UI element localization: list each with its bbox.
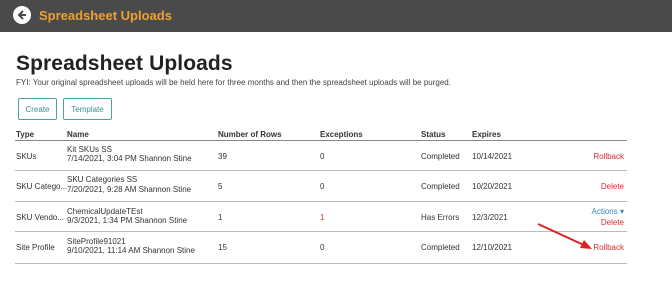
delete-link[interactable]: Delete [601,182,624,192]
rollback-link[interactable]: Rollback [593,152,624,162]
row-type: Site Profile [16,243,55,252]
row-type: SKU Catego... [16,182,68,191]
row-divider [15,170,627,171]
row-count: 1 [218,213,223,222]
row-exceptions[interactable]: 1 [320,213,324,223]
column-header-name: Name [67,130,89,139]
row-meta: 9/3/2021, 1:34 PM Shannon Stine [67,216,188,225]
back-arrow-icon[interactable] [13,6,31,24]
page-title: Spreadsheet Uploads [16,52,233,75]
row-meta: 7/20/2021, 9:28 AM Shannon Stine [67,185,192,194]
row-expires: 10/14/2021 [472,152,513,161]
column-header-exceptions: Exceptions [320,130,363,139]
row-meta: 9/10/2021, 11:14 AM Shannon Stine [67,246,195,255]
row-expires: 10/20/2021 [472,182,513,191]
column-header-type: Type [16,130,35,139]
row-status: Completed [421,182,460,191]
column-header-rows: Number of Rows [218,130,282,139]
row-divider [15,201,627,202]
row-type: SKUs [16,152,37,161]
row-count: 39 [218,152,227,161]
create-button[interactable]: Create [18,98,57,120]
row-count: 5 [218,182,223,191]
rollback-link[interactable]: Rollback [593,243,624,253]
header-title: Spreadsheet Uploads [39,8,172,23]
row-exceptions: 0 [320,182,325,191]
top-bar: Spreadsheet Uploads [0,0,672,32]
row-expires: 12/3/2021 [472,213,508,222]
row-divider [15,263,627,264]
column-header-expires: Expires [472,130,501,139]
row-exceptions: 0 [320,243,325,252]
row-name: SKU Categories SS [67,175,138,184]
row-type: SKU Vendo... [16,213,65,222]
actions-dropdown[interactable]: Actions ▾ [592,207,624,217]
annotation-arrow-icon [537,223,592,249]
delete-link[interactable]: Delete [601,218,624,228]
row-status: Has Errors [421,213,460,222]
row-status: Completed [421,152,460,161]
row-expires: 12/10/2021 [472,243,513,252]
row-exceptions: 0 [320,152,325,161]
row-count: 15 [218,243,227,252]
column-header-status: Status [421,130,446,139]
fyi-note: FYI: Your original spreadsheet uploads w… [16,78,451,87]
row-status: Completed [421,243,460,252]
template-button[interactable]: Template [63,98,112,120]
header-divider [15,140,627,141]
row-meta: 7/14/2021, 3:04 PM Shannon Stine [67,154,192,163]
